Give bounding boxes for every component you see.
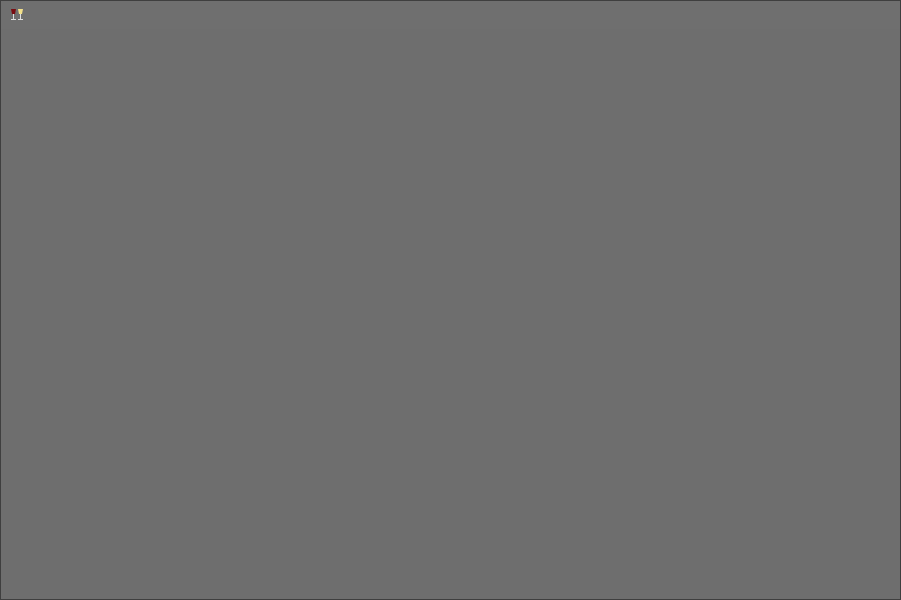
app-window xyxy=(0,0,901,600)
title-bar xyxy=(1,1,900,29)
wine-glasses-icon xyxy=(11,9,23,20)
